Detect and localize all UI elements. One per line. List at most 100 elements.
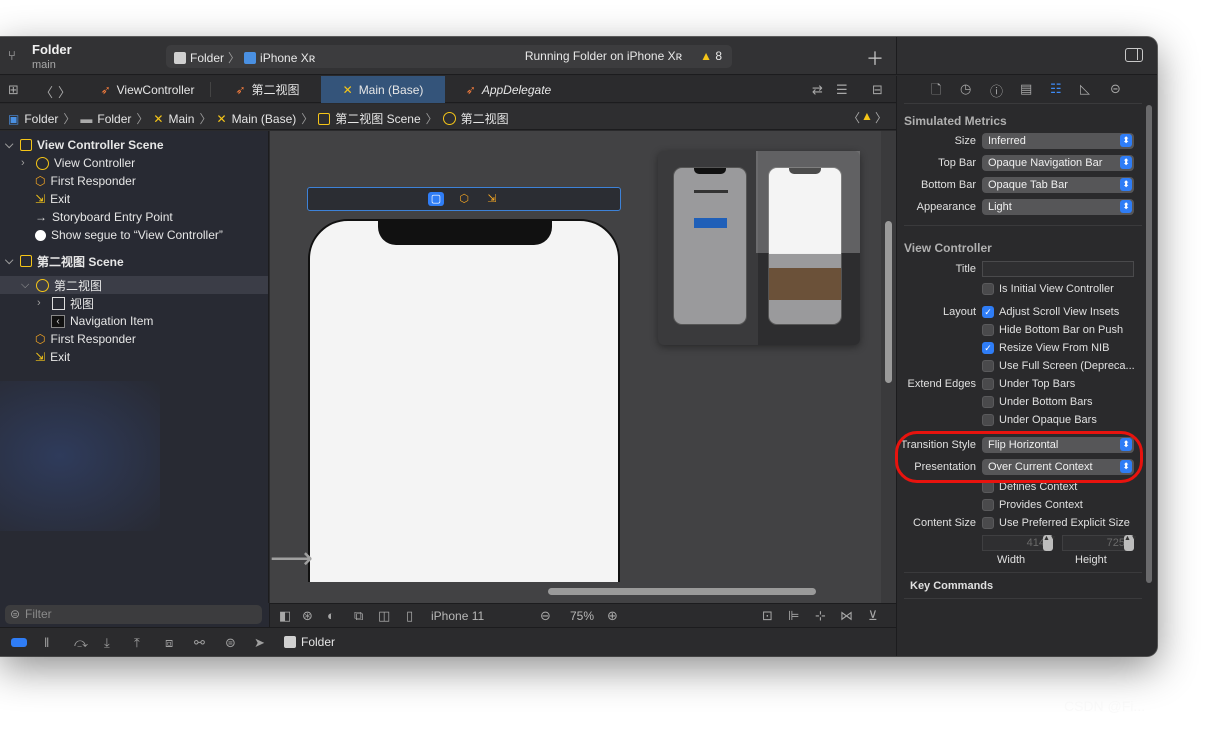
file-inspector-icon[interactable]: 🗋 [931, 81, 941, 103]
under-opaque-bars-checkbox[interactable]: Under Opaque Bars [982, 412, 1097, 428]
breadcrumb-item[interactable]: Main [168, 112, 194, 126]
orientation-icon[interactable]: ⧉ [354, 608, 363, 624]
scene-dock[interactable]: ▢ ⬡ ⇲ [307, 187, 621, 211]
breakpoints-icon[interactable] [11, 638, 27, 647]
step-out-icon[interactable]: ⤒ [134, 635, 140, 651]
memory-graph-icon[interactable]: ⚯ [194, 635, 205, 651]
outline-toggle-icon[interactable]: ◧ [279, 608, 291, 624]
phone-icon[interactable]: ▯ [406, 608, 413, 624]
device-frame-icon[interactable]: ◫ [378, 608, 390, 624]
environment-icon[interactable]: ⊜ [225, 635, 236, 651]
under-top-bars-checkbox[interactable]: Under Top Bars [982, 376, 1075, 392]
outline-item-navigation-item[interactable]: ‹ Navigation Item [51, 312, 153, 330]
breadcrumb-item[interactable]: Folder [97, 112, 131, 126]
forward-icon[interactable]: 〉 [58, 82, 71, 101]
resolve-issues-icon[interactable]: ⋈ [840, 608, 853, 624]
outline-item-first-responder[interactable]: ⬡ First Responder [35, 330, 136, 348]
warning-icon[interactable]: ▲ [861, 109, 873, 123]
outline-item-segue[interactable]: Show segue to “View Controller” [35, 226, 223, 244]
key-commands-heading[interactable]: Key Commands [910, 580, 993, 592]
editor-options-icon[interactable]: ☰ [836, 82, 848, 98]
scroll-thumb[interactable] [548, 588, 816, 595]
accessibility-icon[interactable]: ⊛ [302, 608, 313, 624]
first-responder-icon[interactable]: ⬡ [456, 192, 472, 206]
attributes-inspector-icon[interactable]: ☷ [1050, 81, 1062, 97]
view-controller-scene[interactable] [308, 219, 620, 582]
canvas-horizontal-scrollbar[interactable] [270, 582, 881, 603]
scene-row-second-view[interactable]: ⌵ 第二视图 Scene [5, 252, 124, 270]
height-stepper[interactable]: ▲▼ [1124, 535, 1138, 551]
debug-target[interactable]: Folder [284, 635, 335, 649]
hide-bottom-bar-checkbox[interactable]: Hide Bottom Bar on Push [982, 322, 1123, 338]
size-popup[interactable]: Inferred [982, 133, 1134, 149]
warning-badge[interactable]: ▲ 8 [700, 49, 722, 63]
issue-back-icon[interactable]: 〈 [848, 109, 860, 126]
outline-item-exit[interactable]: ⇲ Exit [35, 348, 70, 366]
entry-point-arrow-icon[interactable]: ⟶ [270, 541, 313, 576]
align-icon[interactable]: ⊫ [788, 608, 799, 624]
history-inspector-icon[interactable]: ◷ [960, 81, 971, 97]
outline-item-view[interactable]: › 视图 [37, 294, 94, 312]
tab-viewcontroller[interactable]: ➶ ViewController [85, 76, 210, 103]
title-field[interactable] [982, 261, 1134, 277]
appearance-popup[interactable]: Light [982, 199, 1134, 215]
issue-forward-icon[interactable]: 〉 [875, 109, 887, 126]
tab-second-view[interactable]: ➶ 第二视图 [215, 76, 320, 103]
grid-icon[interactable]: ⊞ [8, 82, 19, 98]
pause-icon[interactable]: ‖ [44, 635, 49, 650]
width-field[interactable]: 414 [982, 535, 1050, 551]
step-into-icon[interactable]: ⤓ [104, 635, 110, 651]
connections-inspector-icon[interactable]: ⊝ [1110, 81, 1121, 97]
view-hierarchy-icon[interactable]: ⧈ [165, 635, 173, 651]
preferred-size-checkbox[interactable]: Use Preferred Explicit Size [982, 515, 1130, 531]
embed-icon[interactable]: ⊻ [868, 608, 878, 624]
split-editor-icon[interactable]: ⊟ [872, 82, 883, 98]
view-controller-icon[interactable]: ▢ [428, 192, 444, 206]
top-bar-popup[interactable]: Opaque Navigation Bar [982, 155, 1134, 171]
scroll-thumb[interactable] [885, 221, 892, 383]
outline-item-view-controller[interactable]: › View Controller [21, 154, 135, 172]
location-icon[interactable]: ➤ [254, 635, 265, 651]
identity-inspector-icon[interactable]: ▤ [1020, 81, 1032, 97]
zoom-out-icon[interactable]: ⊖ [540, 608, 551, 624]
outline-item-second-view[interactable]: ⌵ 第二视图 [21, 276, 102, 294]
scheme-selector[interactable]: Folder 〉 iPhone Xʀ [174, 49, 315, 66]
appearance-icon[interactable]: ◐ [327, 608, 335, 623]
zoom-in-icon[interactable]: ⊕ [607, 608, 618, 624]
outline-item-exit[interactable]: ⇲ Exit [35, 190, 70, 208]
add-constraints-icon[interactable]: ⊹ [815, 608, 826, 624]
filter-input[interactable]: Filter [5, 605, 262, 624]
tab-main-base[interactable]: ✕ Main (Base) [321, 76, 445, 103]
scene-row-view-controller[interactable]: ⌵ View Controller Scene [5, 136, 164, 154]
update-frames-icon[interactable]: ⊡ [762, 608, 773, 624]
add-button[interactable]: ＋ [866, 45, 884, 71]
device-label[interactable]: iPhone 11 [431, 609, 484, 623]
exit-icon[interactable]: ⇲ [484, 192, 500, 206]
storyboard-canvas[interactable]: ▢ ⬡ ⇲ ⟶ [270, 131, 881, 582]
breadcrumb-item[interactable]: 第二视图 [461, 110, 509, 127]
under-bottom-bars-checkbox[interactable]: Under Bottom Bars [982, 394, 1093, 410]
second-view-scene[interactable] [658, 151, 860, 345]
provides-context-checkbox[interactable]: Provides Context [982, 497, 1083, 513]
breadcrumb-item[interactable]: Folder [24, 112, 58, 126]
outline-item-entry-point[interactable]: → Storyboard Entry Point [35, 208, 173, 226]
bottom-bar-popup[interactable]: Opaque Tab Bar [982, 177, 1134, 193]
inspector-scrollbar[interactable] [1145, 105, 1153, 585]
initial-vc-checkbox[interactable]: Is Initial View Controller [982, 281, 1114, 297]
breadcrumb-item[interactable]: 第二视图 Scene [335, 110, 420, 127]
height-field[interactable]: 725 [1062, 535, 1130, 551]
step-over-icon[interactable]: ⤼ [74, 635, 88, 651]
breadcrumb-item[interactable]: Main (Base) [232, 112, 297, 126]
tab-appdelegate[interactable]: ➶ AppDelegate [446, 76, 571, 103]
help-inspector-icon[interactable]: ⓘ [990, 81, 1003, 100]
outline-item-first-responder[interactable]: ⬡ First Responder [35, 172, 136, 190]
swap-icon[interactable]: ⇄ [812, 82, 823, 98]
width-stepper[interactable]: ▲▼ [1043, 535, 1057, 551]
toggle-inspector-icon[interactable] [1125, 48, 1143, 62]
full-screen-checkbox[interactable]: Use Full Screen (Depreca... [982, 358, 1135, 374]
size-inspector-icon[interactable]: ◺ [1080, 81, 1090, 97]
back-icon[interactable]: 〈 [40, 82, 53, 101]
resize-nib-checkbox[interactable]: ✓ Resize View From NIB [982, 340, 1109, 356]
adjust-scroll-checkbox[interactable]: ✓ Adjust Scroll View Insets [982, 304, 1119, 320]
canvas-vertical-scrollbar[interactable] [881, 131, 896, 603]
